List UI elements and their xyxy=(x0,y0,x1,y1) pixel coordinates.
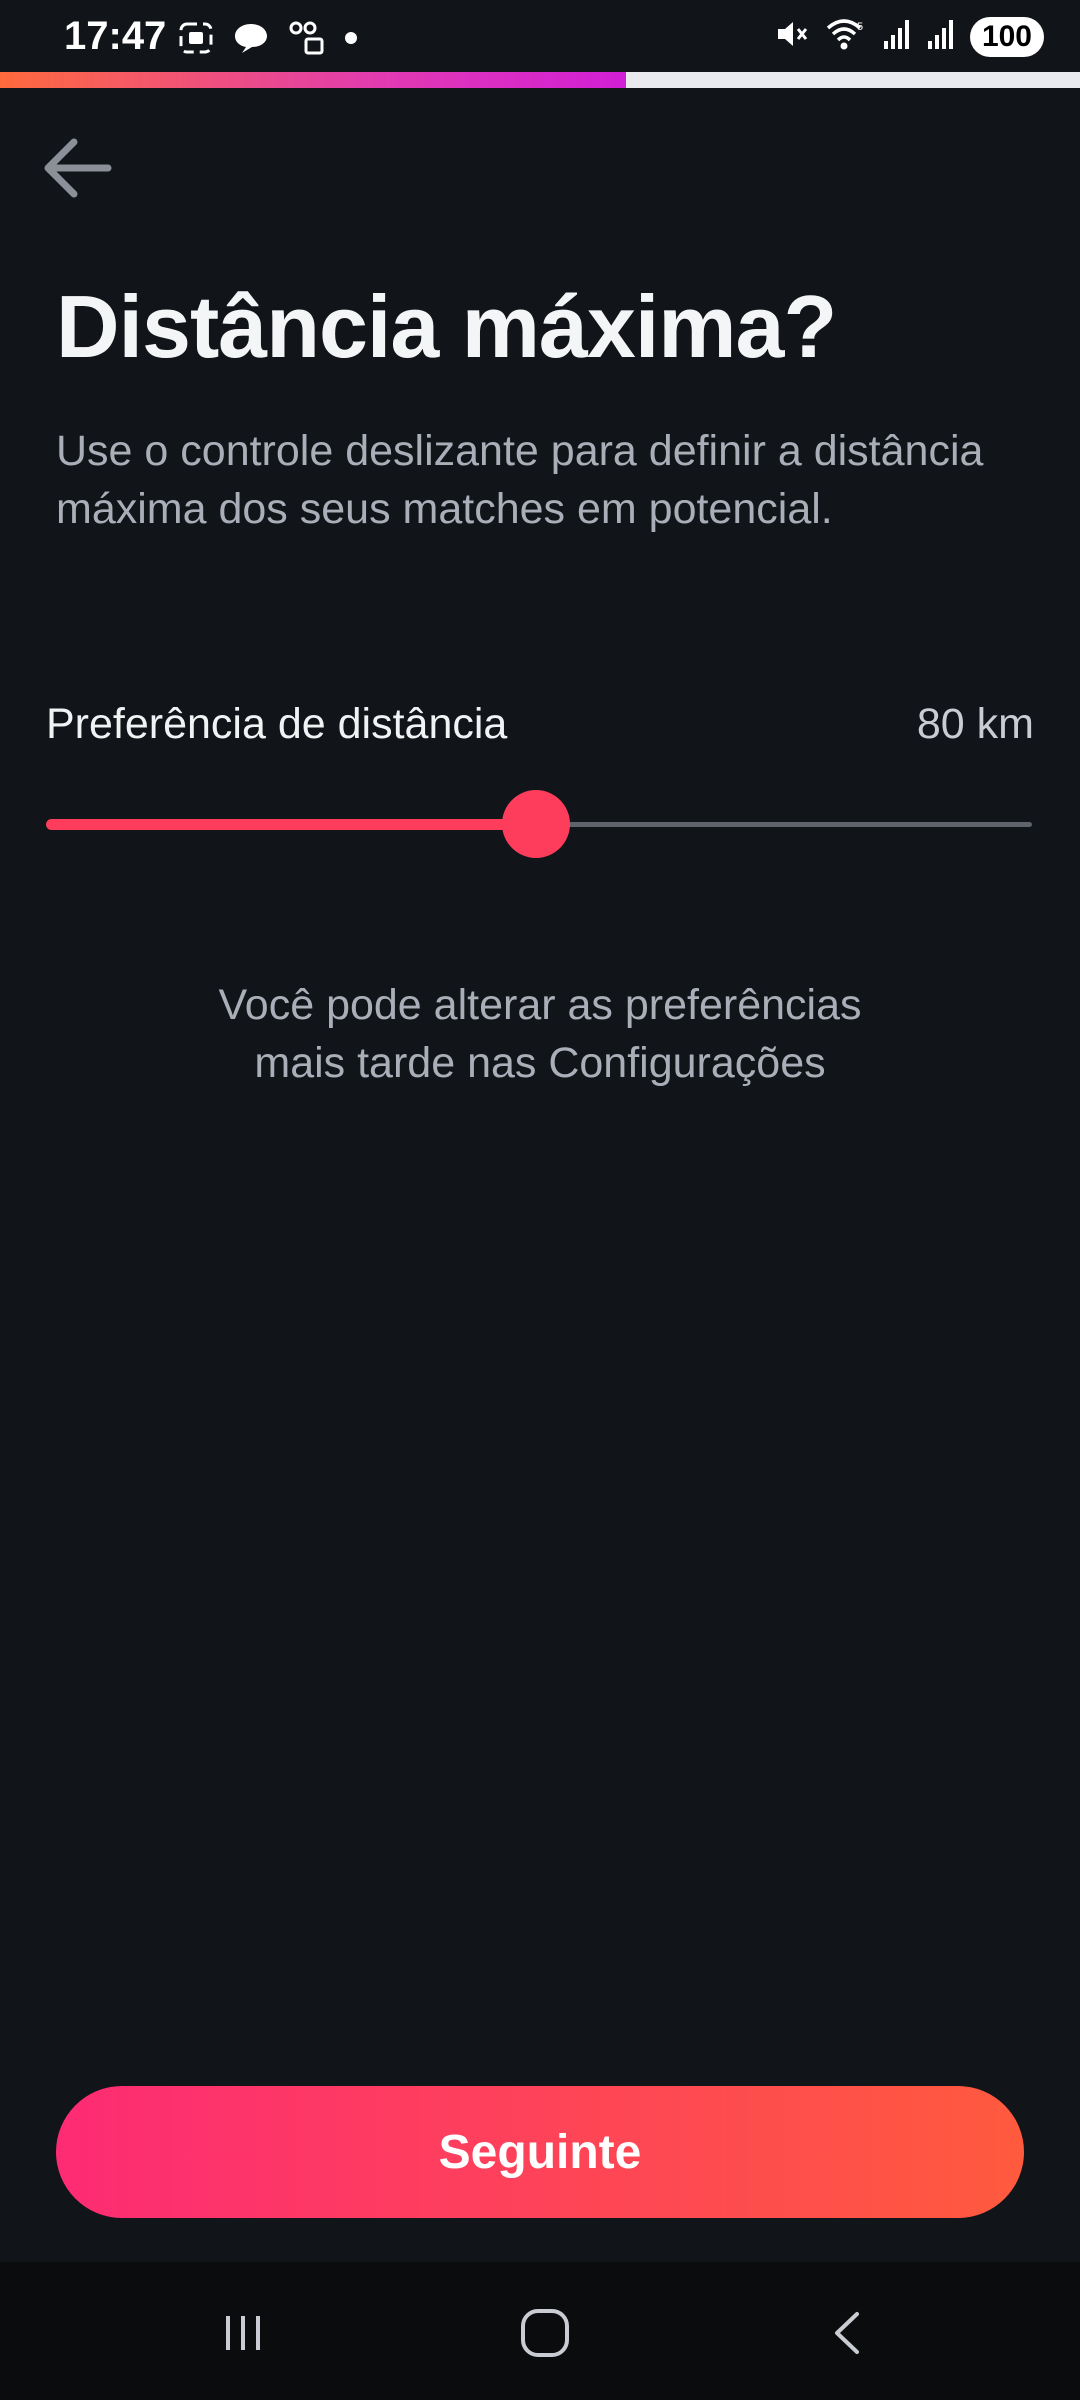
wifi-icon: 5 xyxy=(824,16,868,57)
back-button[interactable] xyxy=(38,128,118,208)
voicemail-lock-icon xyxy=(288,20,326,61)
dot-icon xyxy=(344,31,358,50)
slider-fill xyxy=(46,819,537,830)
distance-slider[interactable] xyxy=(46,790,1032,860)
distance-preference-value: 80 km xyxy=(916,700,1034,748)
status-bar: 17:47 5 100 xyxy=(0,0,1080,78)
next-button[interactable]: Seguinte xyxy=(56,2086,1024,2218)
signal-icon xyxy=(882,17,912,56)
arrow-left-icon xyxy=(44,138,112,198)
home-button[interactable] xyxy=(505,2300,585,2366)
battery-level: 100 xyxy=(969,16,1044,57)
onboarding-progress-bar xyxy=(0,72,1080,88)
distance-preference-label: Preferência de distância xyxy=(46,700,508,748)
home-icon xyxy=(521,2309,569,2357)
page-title: Distância máxima? xyxy=(56,277,837,376)
settings-note-line2: mais tarde nas Configurações xyxy=(254,1039,826,1087)
recents-icon xyxy=(226,2316,260,2350)
screenshot-icon xyxy=(178,21,214,60)
svg-text:5: 5 xyxy=(857,21,863,33)
status-time: 17:47 xyxy=(64,14,167,58)
back-icon xyxy=(835,2312,859,2354)
chat-bubble-icon xyxy=(232,21,270,60)
progress-fill xyxy=(0,72,627,88)
signal-icon xyxy=(926,17,956,56)
recents-button[interactable] xyxy=(203,2300,283,2366)
settings-note-line1: Você pode alterar as preferências xyxy=(218,981,862,1029)
system-nav-bar xyxy=(0,2262,1080,2400)
mute-icon xyxy=(774,16,810,57)
nav-back-button[interactable] xyxy=(808,2300,888,2366)
page-description: Use o controle deslizante para definir a… xyxy=(56,427,984,533)
slider-thumb[interactable] xyxy=(502,790,571,858)
settings-note: Você pode alterar as preferências mais t… xyxy=(0,976,1080,1092)
